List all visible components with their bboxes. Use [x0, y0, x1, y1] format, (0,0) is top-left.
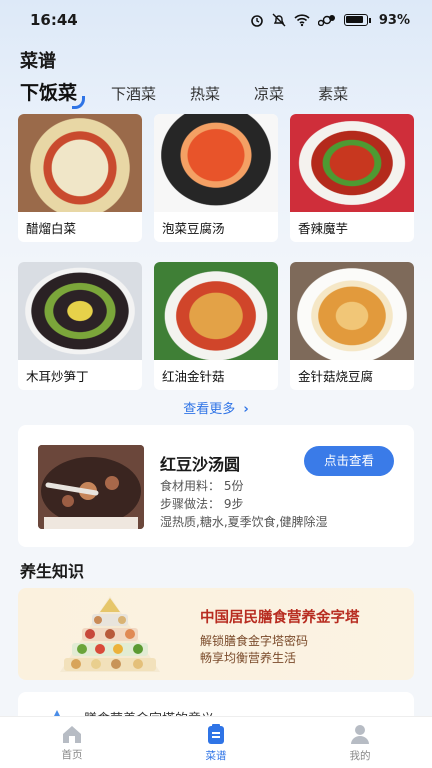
recipe-name: 醋熘白菜	[26, 221, 77, 236]
wifi-icon	[294, 14, 310, 27]
food-pyramid-illustration	[60, 596, 160, 672]
recipe-name: 木耳炒笋丁	[26, 369, 89, 384]
recipe-image	[290, 114, 414, 212]
tab-sucai[interactable]: 素菜	[318, 83, 348, 104]
tab-xiajiucai[interactable]: 下酒菜	[111, 83, 156, 104]
section-title: 养生知识	[20, 562, 85, 581]
tab-xiafancai[interactable]: 下饭菜	[20, 78, 86, 109]
status-bar: 16:44 93%	[0, 0, 432, 40]
knowledge-title: 中国居民膳食营养金字塔	[200, 610, 360, 626]
view-button[interactable]: 点击查看	[304, 446, 394, 476]
tab-home-label: 首页	[61, 748, 83, 761]
page-title: 菜谱	[20, 51, 56, 72]
featured-ingredients: 食材用料： 5份	[160, 479, 244, 493]
featured-recipe-card[interactable]: 红豆沙汤圆 点击查看 食材用料： 5份 步骤做法： 9步 湿热质,糖水,夏季饮食…	[18, 425, 414, 547]
knowledge-line-1: 解锁膳食金字塔密码	[200, 634, 309, 648]
recipe-card[interactable]: 醋熘白菜	[18, 114, 142, 242]
knowledge-line-2: 畅享均衡营养生活	[200, 651, 297, 665]
bottom-tab-bar: 首页 菜谱 我的	[0, 716, 432, 768]
tab-recai[interactable]: 热菜	[190, 83, 220, 104]
recipe-icon	[208, 723, 224, 744]
mute-icon	[272, 13, 286, 27]
tab-liangcai[interactable]: 凉菜	[254, 83, 284, 104]
more-link[interactable]: 查看更多 ›	[0, 398, 432, 417]
chevron-right-icon: ›	[243, 402, 249, 417]
recipe-card[interactable]: 木耳炒笋丁	[18, 262, 142, 390]
recipe-card[interactable]: 泡菜豆腐汤	[154, 114, 278, 242]
featured-recipe-image	[38, 445, 144, 529]
featured-title: 红豆沙汤圆	[160, 455, 241, 474]
recipe-image	[18, 262, 142, 360]
battery-icon	[343, 14, 368, 26]
red-bean-soup-illustration	[38, 445, 144, 529]
signal-icon	[317, 15, 335, 26]
featured-tags: 湿热质,糖水,夏季饮食,健脾除湿	[160, 515, 328, 529]
featured-steps: 步骤做法： 9步	[160, 497, 244, 511]
recipe-name: 香辣魔芋	[298, 221, 349, 236]
more-label: 查看更多	[183, 402, 236, 417]
battery-level: 93%	[378, 12, 410, 28]
recipe-name: 金针菇烧豆腐	[298, 369, 374, 384]
tab-profile[interactable]: 我的	[288, 717, 432, 768]
recipe-image	[290, 262, 414, 360]
recipe-card[interactable]: 红油金针菇	[154, 262, 278, 390]
tab-home[interactable]: 首页	[0, 717, 144, 768]
recipe-card[interactable]: 金针菇烧豆腐	[290, 262, 414, 390]
recipe-name: 红油金针菇	[162, 369, 225, 384]
recipe-name: 泡菜豆腐汤	[162, 221, 225, 236]
recipe-image	[154, 262, 278, 360]
alarm-icon	[251, 15, 263, 27]
recipe-grid: 醋熘白菜 泡菜豆腐汤 香辣魔芋 木耳炒笋丁 红油金针菇 金针菇烧豆腐	[18, 114, 414, 390]
tab-recipes[interactable]: 菜谱	[144, 717, 288, 768]
status-time: 16:44	[30, 11, 78, 29]
tab-recipes-label: 菜谱	[205, 749, 227, 762]
home-icon	[63, 725, 81, 743]
recipe-card[interactable]: 香辣魔芋	[290, 114, 414, 242]
category-tabs: 下饭菜 下酒菜 热菜 凉菜 素菜	[20, 78, 382, 109]
user-icon	[351, 724, 369, 744]
tab-profile-label: 我的	[349, 749, 371, 762]
recipe-image	[18, 114, 142, 212]
recipe-image	[154, 114, 278, 212]
knowledge-card[interactable]: 中国居民膳食营养金字塔 解锁膳食金字塔密码 畅享均衡营养生活	[18, 588, 414, 680]
